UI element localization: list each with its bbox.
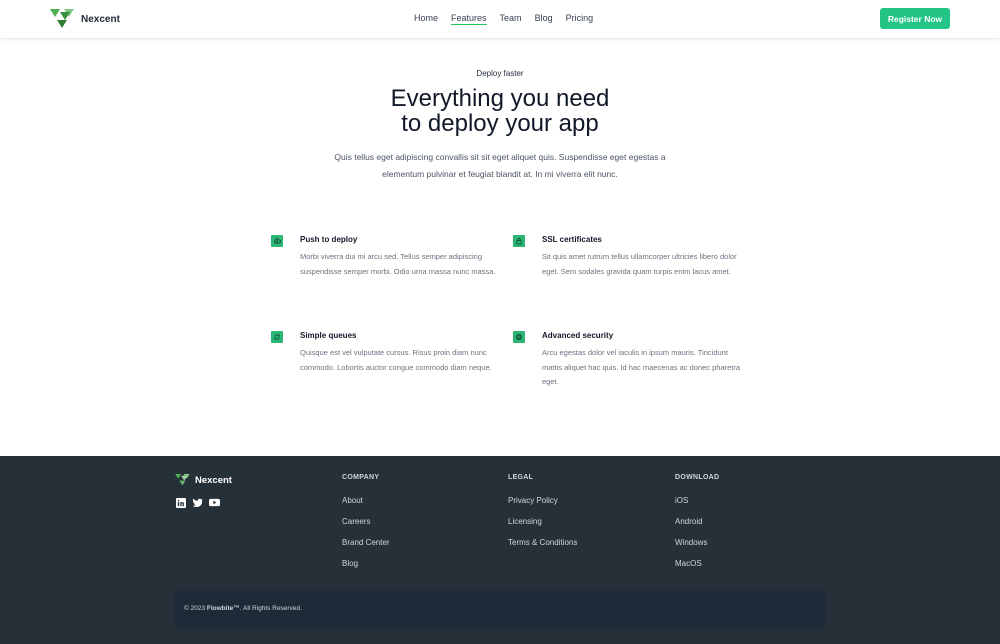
footer-link-blog[interactable]: Blog <box>342 559 390 568</box>
nav-pricing[interactable]: Pricing <box>566 13 594 25</box>
linkedin-icon[interactable] <box>175 497 186 508</box>
social-links <box>175 497 220 508</box>
copyright-text: © 2023 Flowbite™. All Rights Reserved. <box>184 605 302 612</box>
site-header: Nexcent Home Features Team Blog Pricing … <box>0 0 1000 38</box>
youtube-icon[interactable] <box>209 497 220 508</box>
footer-column-legal: LEGAL Privacy Policy Licensing Terms & C… <box>508 474 577 547</box>
register-button[interactable]: Register Now <box>880 8 950 29</box>
footer-column-title: COMPANY <box>342 474 380 481</box>
feature-title: Simple queues <box>300 331 357 340</box>
brand[interactable]: Nexcent <box>50 9 120 29</box>
brand-name: Nexcent <box>81 13 120 25</box>
footer-brand-name: Nexcent <box>195 474 232 486</box>
copyright-suffix: . All Rights Reserved. <box>239 605 302 612</box>
footer-link-android[interactable]: Android <box>675 517 719 526</box>
fingerprint-icon <box>513 331 525 343</box>
hero-title-line-2: to deploy your app <box>401 110 599 137</box>
feature-description: Arcu egestas dolor vel iaculis in ipsum … <box>542 348 741 386</box>
hero-description: Quis tellus eget adipiscing convallis si… <box>334 152 666 179</box>
footer-link-macos[interactable]: MacOS <box>675 559 719 568</box>
lock-icon <box>513 235 525 247</box>
cloud-upload-icon <box>271 235 283 247</box>
twitter-icon[interactable] <box>192 497 203 508</box>
nav-blog[interactable]: Blog <box>535 13 553 25</box>
footer-column-title: DOWNLOAD <box>675 474 720 481</box>
footer-link-windows[interactable]: Windows <box>675 538 719 547</box>
feature-title: SSL certificates <box>542 235 602 244</box>
footer-link-terms[interactable]: Terms & Conditions <box>508 538 577 547</box>
feature-description: Morbi viverra dui mi arcu sed. Tellus se… <box>300 252 496 276</box>
feature-description: Quisque est vel vulputate cursus. Risus … <box>300 348 492 372</box>
footer-link-careers[interactable]: Careers <box>342 517 390 526</box>
footer-column-company: COMPANY About Careers Brand Center Blog <box>342 474 390 568</box>
copyright-prefix: © 2023 <box>184 605 207 612</box>
site-footer: Nexcent COMPANY About Careers Brand Cent… <box>0 456 1000 644</box>
footer-column-download: DOWNLOAD iOS Android Windows MacOS <box>675 474 719 568</box>
footer-link-licensing[interactable]: Licensing <box>508 517 577 526</box>
brand-logo-icon <box>50 9 74 28</box>
footer-link-about[interactable]: About <box>342 496 390 505</box>
footer-link-brand-center[interactable]: Brand Center <box>342 538 390 547</box>
nav-team[interactable]: Team <box>500 13 522 25</box>
refresh-icon <box>271 331 283 343</box>
hero-title-line-1: Everything you need <box>390 85 610 112</box>
footer-link-privacy-policy[interactable]: Privacy Policy <box>508 496 577 505</box>
hero-title: Everything you need to deploy your app <box>0 86 1000 136</box>
feature-title: Advanced security <box>542 331 614 340</box>
hero-eyebrow: Deploy faster <box>476 69 524 78</box>
footer-link-ios[interactable]: iOS <box>675 496 719 505</box>
footer-brand[interactable]: Nexcent <box>175 474 232 486</box>
copyright-brand-link[interactable]: Flowbite™ <box>207 605 240 612</box>
nav-home[interactable]: Home <box>414 13 438 25</box>
brand-logo-icon <box>175 474 190 486</box>
feature-description: Sit quis amet rutrum tellus ullamcorper … <box>542 252 737 276</box>
main-nav: Home Features Team Blog Pricing <box>414 13 606 25</box>
copyright-bar: © 2023 Flowbite™. All Rights Reserved. <box>175 591 825 627</box>
footer-column-title: LEGAL <box>508 474 534 481</box>
nav-features[interactable]: Features <box>451 13 487 25</box>
feature-title: Push to deploy <box>300 235 358 244</box>
